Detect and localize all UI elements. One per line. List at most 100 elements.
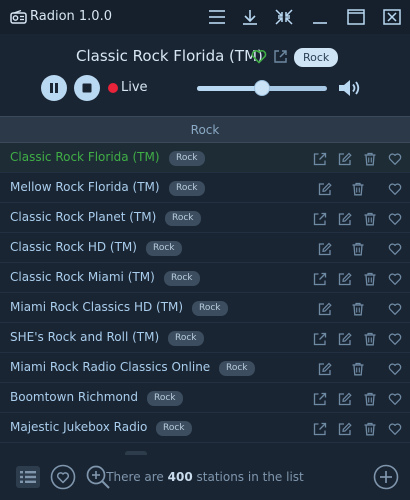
list-item[interactable]: Boomtown Richmond Rock <box>0 383 410 413</box>
station-tag[interactable]: Rock <box>169 181 205 196</box>
edit-button[interactable] <box>338 151 352 166</box>
external-link-button[interactable] <box>313 331 327 346</box>
sort-button[interactable] <box>240 8 260 26</box>
maximize-button[interactable] <box>346 8 366 26</box>
edit-icon <box>318 182 332 196</box>
volume-slider[interactable] <box>197 80 327 96</box>
list-item[interactable]: Mellow Rock Florida (TM) Rock <box>0 173 410 203</box>
compact-view-button[interactable] <box>274 8 294 26</box>
heart-button[interactable] <box>388 241 402 255</box>
list-item[interactable]: SHE's Rock and Roll (TM) Rock <box>0 323 410 353</box>
station-name: Majestic Jukebox Radio <box>10 420 148 434</box>
edit-icon <box>318 302 332 316</box>
external-link-button[interactable] <box>313 271 327 286</box>
edit-icon <box>318 362 332 376</box>
list-item[interactable]: Majestic Jukebox Radio Rock <box>0 413 410 443</box>
station-tag[interactable]: Rock <box>146 241 182 256</box>
list-item[interactable]: Classic Rock Miami (TM) Rock <box>0 263 410 293</box>
list-item[interactable]: Classic Rock Planet (TM) Rock <box>0 203 410 233</box>
heart-button[interactable] <box>388 331 402 345</box>
edit-button[interactable] <box>318 361 332 376</box>
trash-button[interactable] <box>351 241 365 256</box>
edit-icon <box>338 422 352 436</box>
list-header[interactable]: Rock <box>0 116 410 143</box>
edit-button[interactable] <box>318 241 332 256</box>
trash-button[interactable] <box>363 421 377 436</box>
station-tag[interactable]: Rock <box>169 151 205 166</box>
trash-icon <box>364 152 376 166</box>
station-tag[interactable]: Rock <box>165 211 201 226</box>
edit-button[interactable] <box>338 421 352 436</box>
trash-icon <box>352 182 364 196</box>
trash-button[interactable] <box>363 271 377 286</box>
station-tag[interactable]: Rock <box>192 301 228 316</box>
external-link-button[interactable] <box>313 151 327 166</box>
station-tag[interactable]: Rock <box>168 331 204 346</box>
heart-button[interactable] <box>388 391 402 405</box>
external-link-button[interactable] <box>313 391 327 406</box>
heart-button[interactable] <box>388 211 402 225</box>
maximize-icon <box>347 9 365 25</box>
heart-button[interactable] <box>388 361 402 375</box>
heart-icon <box>388 153 402 165</box>
close-button[interactable] <box>382 8 402 26</box>
heart-button[interactable] <box>388 421 402 435</box>
radio-icon <box>10 10 27 24</box>
edit-button[interactable] <box>318 301 332 316</box>
edit-button[interactable] <box>338 211 352 226</box>
now-playing-title: Classic Rock Florida (TM) <box>76 47 263 65</box>
minimize-button[interactable] <box>310 8 330 26</box>
heart-button[interactable] <box>388 271 402 285</box>
edit-button[interactable] <box>338 271 352 286</box>
heart-icon <box>388 243 402 255</box>
speaker-volume-icon[interactable] <box>337 77 363 99</box>
station-name: SHE's Rock and Roll (TM) <box>10 330 160 344</box>
station-tag[interactable]: Rock <box>147 391 183 406</box>
station-tag[interactable]: Rock <box>164 271 200 286</box>
station-list: Classic Rock Florida (TM) Rock Mellow Rock… <box>0 143 410 443</box>
trash-button[interactable] <box>363 211 377 226</box>
trash-button[interactable] <box>351 181 365 196</box>
edit-button[interactable] <box>318 181 332 196</box>
edit-icon <box>338 332 352 346</box>
volume-thumb[interactable] <box>254 80 270 96</box>
station-tag[interactable]: Rock <box>219 361 255 376</box>
live-label: Live <box>121 80 148 95</box>
list-item[interactable]: Classic Rock Florida (TM) Rock <box>0 143 410 173</box>
external-link-icon <box>313 332 327 346</box>
heart-icon[interactable] <box>251 49 267 64</box>
trash-icon <box>364 212 376 226</box>
now-playing-tag[interactable]: Rock <box>294 48 339 67</box>
add-station-button[interactable] <box>373 464 399 490</box>
trash-button[interactable] <box>363 151 377 166</box>
count-suffix: stations in the list <box>192 470 304 484</box>
external-link-button[interactable] <box>313 211 327 226</box>
trash-button[interactable] <box>363 391 377 406</box>
list-item[interactable]: Miami Rock Classics HD (TM) Rock <box>0 293 410 323</box>
count-prefix: There are <box>106 470 168 484</box>
edit-button[interactable] <box>338 331 352 346</box>
heart-button[interactable] <box>388 151 402 165</box>
stop-icon <box>82 83 92 93</box>
heart-button[interactable] <box>388 181 402 195</box>
pause-button[interactable] <box>41 75 67 101</box>
station-name: Boomtown Richmond <box>10 390 139 404</box>
trash-button[interactable] <box>351 361 365 376</box>
stop-button[interactable] <box>74 75 100 101</box>
trash-icon <box>352 242 364 256</box>
station-tag[interactable]: Rock <box>156 421 192 436</box>
edit-icon <box>338 272 352 286</box>
edit-button[interactable] <box>338 391 352 406</box>
menu-button[interactable] <box>207 8 227 26</box>
external-link-icon <box>313 272 327 286</box>
external-link-button[interactable] <box>313 421 327 436</box>
list-item[interactable]: Miami Rock Radio Classics Online Rock <box>0 353 410 383</box>
trash-button[interactable] <box>351 301 365 316</box>
external-link-icon[interactable] <box>273 49 288 64</box>
list-item[interactable]: Classic Rock HD (TM) Rock <box>0 233 410 263</box>
external-link-icon <box>313 392 327 406</box>
hamburger-icon <box>209 10 225 24</box>
trash-button[interactable] <box>363 331 377 346</box>
trash-icon <box>352 302 364 316</box>
heart-button[interactable] <box>388 301 402 315</box>
